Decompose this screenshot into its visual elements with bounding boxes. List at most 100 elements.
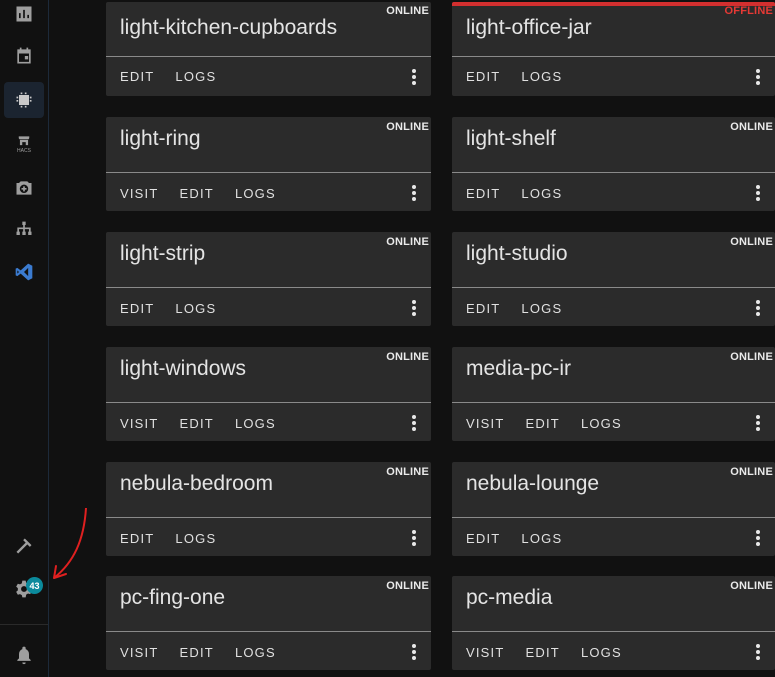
logs-button[interactable]: LOGS xyxy=(521,186,562,201)
card-divider xyxy=(106,402,431,403)
more-options-icon[interactable] xyxy=(411,530,417,546)
card-actions: EDIT LOGS xyxy=(466,531,583,546)
card-actions: EDIT LOGS xyxy=(120,531,237,546)
logs-button[interactable]: LOGS xyxy=(175,301,216,316)
visit-button[interactable]: VISIT xyxy=(466,645,505,660)
card-actions: VISIT EDIT LOGS xyxy=(466,416,643,431)
device-card: light-strip ONLINE EDIT LOGS xyxy=(106,232,431,326)
visit-button[interactable]: VISIT xyxy=(120,416,159,431)
device-card: light-kitchen-cupboards ONLINE EDIT LOGS xyxy=(106,2,431,96)
edit-button[interactable]: EDIT xyxy=(466,301,500,316)
sidebar-divider xyxy=(0,624,48,625)
status-badge: ONLINE xyxy=(386,236,429,248)
logs-button[interactable]: LOGS xyxy=(235,416,276,431)
edit-button[interactable]: EDIT xyxy=(120,531,154,546)
device-card: nebula-bedroom ONLINE EDIT LOGS xyxy=(106,462,431,556)
hacs-label: HACS xyxy=(17,148,31,154)
logs-button[interactable]: LOGS xyxy=(175,531,216,546)
status-badge: OFFLINE xyxy=(724,5,773,17)
edit-button[interactable]: EDIT xyxy=(180,416,214,431)
status-badge: ONLINE xyxy=(730,580,773,592)
edit-button[interactable]: EDIT xyxy=(466,531,500,546)
edit-button[interactable]: EDIT xyxy=(180,645,214,660)
more-options-icon[interactable] xyxy=(411,415,417,431)
device-name: nebula-bedroom xyxy=(120,472,273,495)
more-options-icon[interactable] xyxy=(755,530,761,546)
device-card: nebula-lounge ONLINE EDIT LOGS xyxy=(452,462,775,556)
card-actions: VISIT EDIT LOGS xyxy=(466,645,643,660)
edit-button[interactable]: EDIT xyxy=(526,645,560,660)
status-badge: ONLINE xyxy=(386,351,429,363)
edit-button[interactable]: EDIT xyxy=(120,69,154,84)
card-divider xyxy=(106,287,431,288)
more-options-icon[interactable] xyxy=(411,300,417,316)
card-actions: EDIT LOGS xyxy=(466,301,583,316)
status-badge: ONLINE xyxy=(386,466,429,478)
card-actions: EDIT LOGS xyxy=(120,301,237,316)
logs-button[interactable]: LOGS xyxy=(581,416,622,431)
card-actions: EDIT LOGS xyxy=(466,69,583,84)
visit-button[interactable]: VISIT xyxy=(466,416,505,431)
edit-button[interactable]: EDIT xyxy=(526,416,560,431)
device-card: pc-fing-one ONLINE VISIT EDIT LOGS xyxy=(106,576,431,670)
card-divider xyxy=(452,402,775,403)
more-options-icon[interactable] xyxy=(755,300,761,316)
card-actions: VISIT EDIT LOGS xyxy=(120,186,297,201)
logs-button[interactable]: LOGS xyxy=(521,531,562,546)
visit-button[interactable]: VISIT xyxy=(120,186,159,201)
logs-button[interactable]: LOGS xyxy=(581,645,622,660)
card-actions: EDIT LOGS xyxy=(466,186,583,201)
status-badge: ONLINE xyxy=(386,580,429,592)
device-card: pc-media ONLINE VISIT EDIT LOGS xyxy=(452,576,775,670)
network-icon[interactable] xyxy=(0,212,48,248)
more-options-icon[interactable] xyxy=(411,644,417,660)
card-divider xyxy=(452,287,775,288)
status-badge: ONLINE xyxy=(730,236,773,248)
edit-button[interactable]: EDIT xyxy=(466,186,500,201)
dashboard-icon[interactable] xyxy=(0,0,48,32)
annotation-arrow xyxy=(53,507,87,579)
card-divider xyxy=(106,172,431,173)
device-card: light-windows ONLINE VISIT EDIT LOGS xyxy=(106,347,431,441)
more-options-icon[interactable] xyxy=(411,185,417,201)
status-badge: ONLINE xyxy=(386,121,429,133)
device-name: light-shelf xyxy=(466,127,556,150)
logs-button[interactable]: LOGS xyxy=(235,645,276,660)
device-name: light-kitchen-cupboards xyxy=(120,16,338,39)
more-options-icon[interactable] xyxy=(755,644,761,660)
calendar-icon[interactable] xyxy=(0,38,48,74)
edit-button[interactable]: EDIT xyxy=(180,186,214,201)
device-card: media-pc-ir ONLINE VISIT EDIT LOGS xyxy=(452,347,775,441)
device-name: pc-fing-one xyxy=(120,586,226,609)
more-options-icon[interactable] xyxy=(755,69,761,85)
card-actions: VISIT EDIT LOGS xyxy=(120,645,297,660)
device-name: pc-media xyxy=(466,586,553,609)
card-divider xyxy=(452,517,775,518)
device-card: light-office-jar OFFLINE EDIT LOGS xyxy=(452,2,775,96)
device-name: light-office-jar xyxy=(466,16,592,39)
device-card: light-ring ONLINE VISIT EDIT LOGS xyxy=(106,117,431,211)
device-name: light-studio xyxy=(466,242,568,265)
device-card: light-shelf ONLINE EDIT LOGS xyxy=(452,117,775,211)
more-options-icon[interactable] xyxy=(411,69,417,85)
hacs-store-icon[interactable]: HACS xyxy=(0,126,48,162)
edit-button[interactable]: EDIT xyxy=(466,69,500,84)
esphome-chip-icon[interactable] xyxy=(4,82,44,118)
logs-button[interactable]: LOGS xyxy=(521,69,562,84)
more-options-icon[interactable] xyxy=(755,185,761,201)
vscode-icon[interactable] xyxy=(0,254,48,290)
card-divider xyxy=(106,56,431,57)
edit-button[interactable]: EDIT xyxy=(120,301,154,316)
status-badge: ONLINE xyxy=(730,466,773,478)
device-name: light-ring xyxy=(120,127,201,150)
camera-add-icon[interactable] xyxy=(0,170,48,206)
more-options-icon[interactable] xyxy=(755,415,761,431)
device-name: light-strip xyxy=(120,242,206,265)
logs-button[interactable]: LOGS xyxy=(175,69,216,84)
status-badge: ONLINE xyxy=(730,121,773,133)
card-divider xyxy=(452,56,775,57)
visit-button[interactable]: VISIT xyxy=(120,645,159,660)
bell-icon[interactable] xyxy=(0,637,48,673)
logs-button[interactable]: LOGS xyxy=(235,186,276,201)
logs-button[interactable]: LOGS xyxy=(521,301,562,316)
